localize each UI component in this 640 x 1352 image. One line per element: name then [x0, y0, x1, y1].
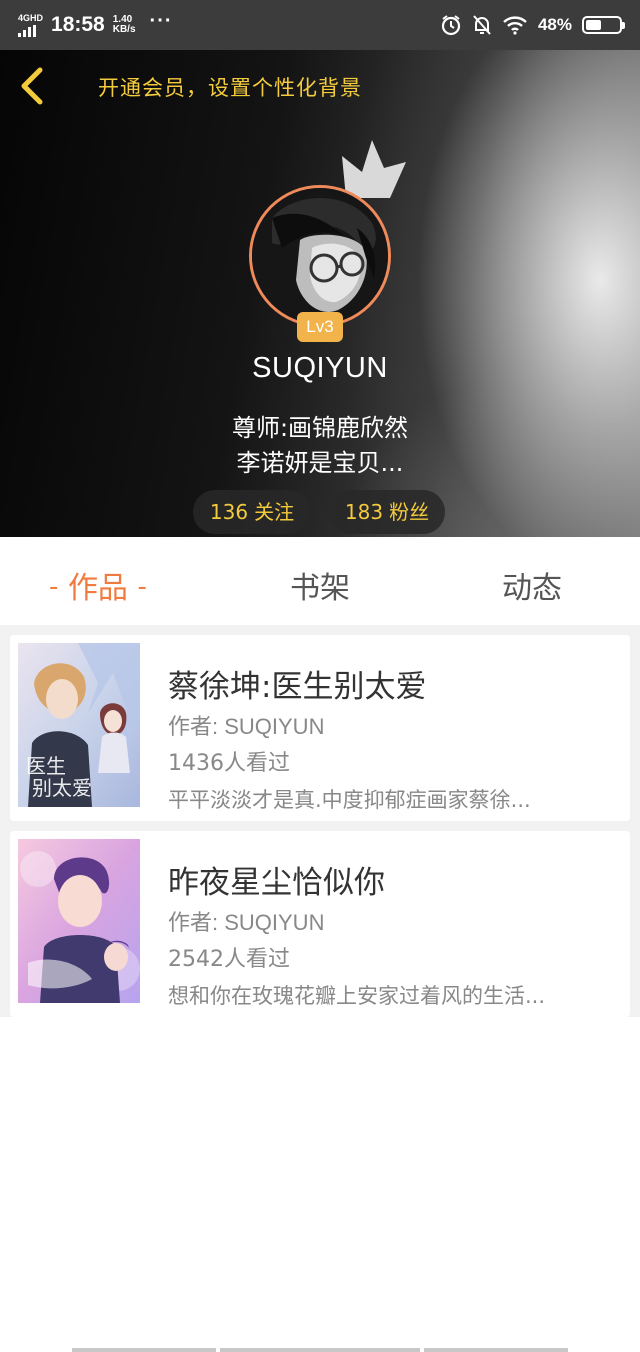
tab-indicator-left: -: [49, 572, 59, 602]
battery-fill: [586, 20, 602, 30]
network-speed: 1.40 KB/s: [113, 15, 136, 35]
tab-works[interactable]: - 作品 -: [49, 563, 147, 607]
following-button[interactable]: 136 关注: [193, 490, 311, 534]
username: SUQIYUN: [252, 352, 388, 384]
book-cover-image: 医生 别太爱: [18, 643, 140, 807]
book-cover: 医生 别太爱: [18, 643, 140, 807]
bell-off-icon: [473, 15, 491, 35]
battery-percent: 48%: [537, 15, 572, 34]
signal-indicator: 4GHD: [18, 12, 44, 37]
bio-line-1: 尊师:画锦鹿欣然: [231, 414, 409, 442]
fans-count: 183: [344, 500, 384, 524]
nav-bar-segment: [424, 1348, 568, 1352]
book-title: 蔡徐坤:医生别太爱: [168, 669, 427, 705]
tab-works-label: 作品: [67, 571, 128, 606]
tab-feed[interactable]: 动态: [502, 563, 562, 607]
nav-bar-segment: [220, 1348, 420, 1352]
book-views: 2542人看过: [168, 947, 290, 972]
network-speed-unit: KB/s: [112, 24, 136, 35]
avatar[interactable]: [249, 185, 391, 327]
fans-button[interactable]: 183 粉丝: [329, 490, 445, 534]
book-description: 平平淡淡才是真.中度抑郁症画家蔡徐...: [168, 788, 531, 812]
fans-label: 粉丝: [389, 500, 430, 524]
book-card[interactable]: 医生 别太爱 蔡徐坤:医生别太爱 作者: SUQIYUN 1436人看过 平平淡…: [10, 635, 630, 821]
following-label: 关注: [254, 500, 295, 524]
wifi-icon: [503, 16, 527, 35]
level-badge: Lv3: [297, 312, 343, 342]
battery-icon: [582, 16, 625, 34]
cover-title-1: 医生: [26, 754, 66, 778]
chevron-left-icon: [21, 67, 43, 105]
book-title: 昨夜星尘恰似你: [168, 865, 385, 901]
signal-icon: [18, 24, 36, 37]
book-description: 想和你在玫瑰花瓣上安家过着风的生活...: [168, 984, 546, 1008]
network-type: 4GHD: [18, 12, 44, 23]
more-notifications: ···: [149, 9, 173, 32]
book-cover: [18, 839, 140, 1003]
tab-feed-label: 动态: [502, 571, 562, 606]
profile-tabs: - 作品 - 书架 动态: [0, 537, 640, 625]
profile-header: 开通会员，设置个性化背景 Lv3 SUQIYUN 尊师:画锦鹿欣然 李诺妍是宝贝…: [0, 50, 640, 537]
status-bar: 4GHD 18:58 1.40 KB/s ··· 48%: [0, 0, 640, 50]
vip-background-link[interactable]: 开通会员，设置个性化背景: [98, 72, 362, 102]
following-count: 136: [209, 500, 249, 524]
avatar-image: [252, 188, 388, 324]
alarm-icon: [441, 15, 461, 36]
tab-indicator-right: -: [137, 572, 147, 602]
book-views: 1436人看过: [168, 751, 290, 776]
book-author: 作者: SUQIYUN: [168, 714, 325, 739]
tab-bookshelf-label: 书架: [290, 571, 350, 606]
nav-bar-segment: [72, 1348, 216, 1352]
crown-icon: [342, 140, 406, 198]
book-card[interactable]: 昨夜星尘恰似你 作者: SUQIYUN 2542人看过 想和你在玫瑰花瓣上安家过…: [10, 831, 630, 1017]
tab-bookshelf[interactable]: 书架: [290, 563, 350, 607]
book-cover-image: [18, 839, 140, 1003]
status-time: 18:58: [51, 13, 105, 36]
cover-title-2: 别太爱: [32, 776, 92, 800]
back-button[interactable]: [14, 64, 54, 110]
bio-line-2: 李诺妍是宝贝...: [236, 449, 404, 477]
book-author: 作者: SUQIYUN: [168, 910, 325, 935]
